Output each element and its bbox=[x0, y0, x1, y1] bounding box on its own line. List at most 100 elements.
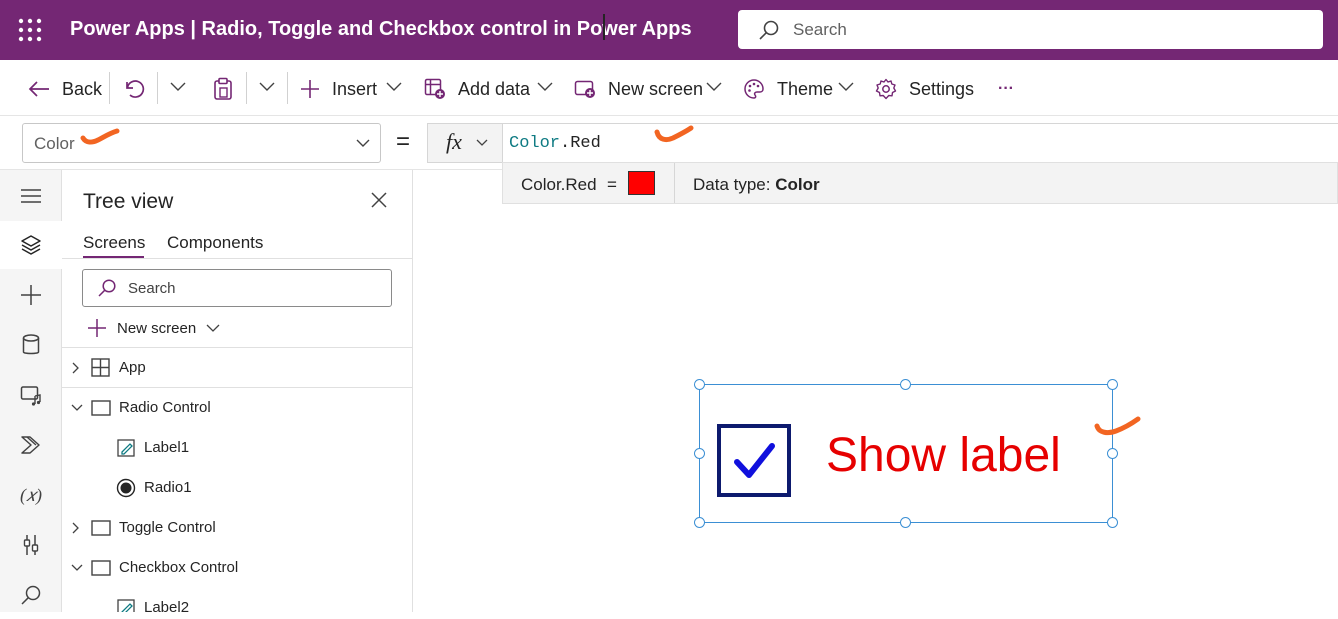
tree-node-label1[interactable]: Label1 bbox=[62, 428, 413, 468]
tree-view-pane: Tree view Screens Components Search New … bbox=[62, 170, 413, 612]
left-rail: (𝑥) bbox=[0, 170, 62, 612]
chevron-right-icon[interactable] bbox=[72, 362, 80, 374]
tree-view-title: Tree view bbox=[83, 190, 174, 213]
resize-handle[interactable] bbox=[694, 517, 705, 528]
advanced-tools-icon[interactable] bbox=[0, 521, 62, 569]
database-icon[interactable] bbox=[0, 321, 62, 369]
chevron-down-icon[interactable] bbox=[259, 82, 275, 92]
formula-input[interactable]: Color.Red bbox=[503, 123, 1338, 163]
clipboard-icon bbox=[214, 77, 232, 100]
tree-node-label: Label2 bbox=[144, 599, 190, 612]
tree-node-label: Radio1 bbox=[144, 479, 192, 496]
tree-new-screen-button[interactable]: New screen bbox=[87, 317, 230, 339]
theme-button[interactable]: Theme bbox=[743, 76, 833, 102]
insert-button[interactable]: Insert bbox=[300, 76, 377, 102]
text-caret bbox=[603, 14, 605, 40]
color-swatch bbox=[628, 171, 655, 195]
app-title: Power Apps | Radio, Toggle and Checkbox … bbox=[70, 18, 692, 40]
screen-icon bbox=[91, 560, 111, 576]
checkbox-label: Show label bbox=[826, 429, 1061, 482]
hamburger-menu-icon[interactable] bbox=[0, 172, 62, 220]
label-icon bbox=[117, 599, 135, 612]
property-value: Color bbox=[34, 134, 75, 153]
resize-handle[interactable] bbox=[694, 379, 705, 390]
theme-label: Theme bbox=[777, 78, 834, 99]
divider bbox=[287, 72, 288, 104]
formula-member-token: .Red bbox=[560, 134, 601, 153]
tab-screens[interactable]: Screens bbox=[83, 233, 145, 253]
app-icon bbox=[91, 358, 110, 377]
radio-icon bbox=[116, 478, 136, 498]
tree-node-label: Label1 bbox=[144, 439, 190, 456]
title-bar: Power Apps | Radio, Toggle and Checkbox … bbox=[0, 0, 1338, 60]
back-label: Back bbox=[62, 78, 103, 99]
chevron-down-icon[interactable] bbox=[537, 82, 553, 92]
close-icon[interactable] bbox=[371, 192, 387, 208]
resize-handle[interactable] bbox=[1107, 448, 1118, 459]
resize-handle[interactable] bbox=[900, 379, 911, 390]
settings-button[interactable]: Settings bbox=[875, 76, 974, 102]
divider bbox=[62, 258, 413, 259]
data-type-label: Data type: bbox=[693, 175, 771, 194]
search-icon bbox=[98, 279, 116, 297]
chevron-down-icon[interactable] bbox=[71, 564, 83, 572]
tree-node-label: Checkbox Control bbox=[119, 559, 239, 576]
screen-icon bbox=[91, 520, 111, 536]
power-automate-icon[interactable] bbox=[0, 421, 62, 469]
chevron-down-icon[interactable] bbox=[170, 82, 186, 92]
global-search-input[interactable]: Search bbox=[738, 10, 1323, 49]
resize-handle[interactable] bbox=[1107, 379, 1118, 390]
undo-icon bbox=[126, 80, 145, 98]
tree-node-checkbox-control[interactable]: Checkbox Control bbox=[62, 548, 413, 588]
tip-expression: Color.Red bbox=[521, 175, 597, 194]
chevron-down-icon[interactable] bbox=[71, 404, 83, 412]
new-screen-icon bbox=[574, 80, 595, 98]
variables-icon[interactable]: (𝑥) bbox=[0, 471, 62, 519]
tree-search-input[interactable]: Search bbox=[82, 269, 392, 307]
resize-handle[interactable] bbox=[900, 517, 911, 528]
settings-label: Settings bbox=[909, 78, 975, 99]
chevron-down-icon[interactable] bbox=[386, 82, 402, 92]
chevron-down-icon bbox=[356, 139, 370, 147]
chevron-down-icon bbox=[476, 139, 488, 146]
more-options-button[interactable]: ··· bbox=[998, 76, 1014, 102]
tree-node-label: App bbox=[119, 359, 146, 376]
tree-node-radio-control[interactable]: Radio Control bbox=[62, 388, 413, 428]
tip-data-type: Data type: Color bbox=[693, 175, 820, 195]
plus-icon bbox=[88, 319, 106, 337]
undo-button[interactable] bbox=[124, 76, 158, 102]
chevron-right-icon[interactable] bbox=[72, 522, 80, 534]
checkbox[interactable] bbox=[717, 424, 791, 497]
formula-text: Color.Red bbox=[509, 134, 601, 153]
tree-node-toggle-control[interactable]: Toggle Control bbox=[62, 508, 413, 548]
divider bbox=[157, 72, 158, 104]
chevron-down-icon[interactable] bbox=[838, 82, 854, 92]
tree-view-icon[interactable] bbox=[0, 221, 62, 269]
chevron-down-icon bbox=[206, 324, 220, 332]
tree-search-placeholder: Search bbox=[128, 280, 176, 297]
add-data-button[interactable]: Add data bbox=[424, 76, 530, 102]
divider bbox=[246, 72, 247, 104]
table-add-icon bbox=[424, 78, 445, 99]
media-icon[interactable] bbox=[0, 371, 62, 419]
insert-plus-icon[interactable] bbox=[0, 271, 62, 319]
new-screen-button[interactable]: New screen bbox=[574, 76, 703, 102]
paste-button[interactable] bbox=[212, 76, 246, 102]
tab-components[interactable]: Components bbox=[167, 233, 263, 253]
fx-icon: fx bbox=[446, 129, 462, 154]
function-button[interactable]: fx bbox=[427, 123, 503, 163]
tree-node-app[interactable]: App bbox=[62, 348, 413, 388]
data-type-value: Color bbox=[775, 175, 820, 194]
tree-node-label2[interactable]: Label2 bbox=[62, 588, 413, 612]
app-launcher-icon[interactable] bbox=[18, 18, 42, 42]
property-dropdown[interactable]: Color bbox=[22, 123, 381, 163]
divider bbox=[109, 72, 110, 104]
back-button[interactable]: Back bbox=[28, 76, 102, 102]
chevron-down-icon[interactable] bbox=[706, 82, 722, 92]
resize-handle[interactable] bbox=[1107, 517, 1118, 528]
formula-intellisense-tip: Color.Red = Data type: Color bbox=[502, 162, 1338, 204]
tree-node-radio1[interactable]: Radio1 bbox=[62, 468, 413, 508]
checkmark-icon bbox=[734, 443, 775, 478]
resize-handle[interactable] bbox=[694, 448, 705, 459]
tip-equals: = bbox=[607, 175, 617, 194]
